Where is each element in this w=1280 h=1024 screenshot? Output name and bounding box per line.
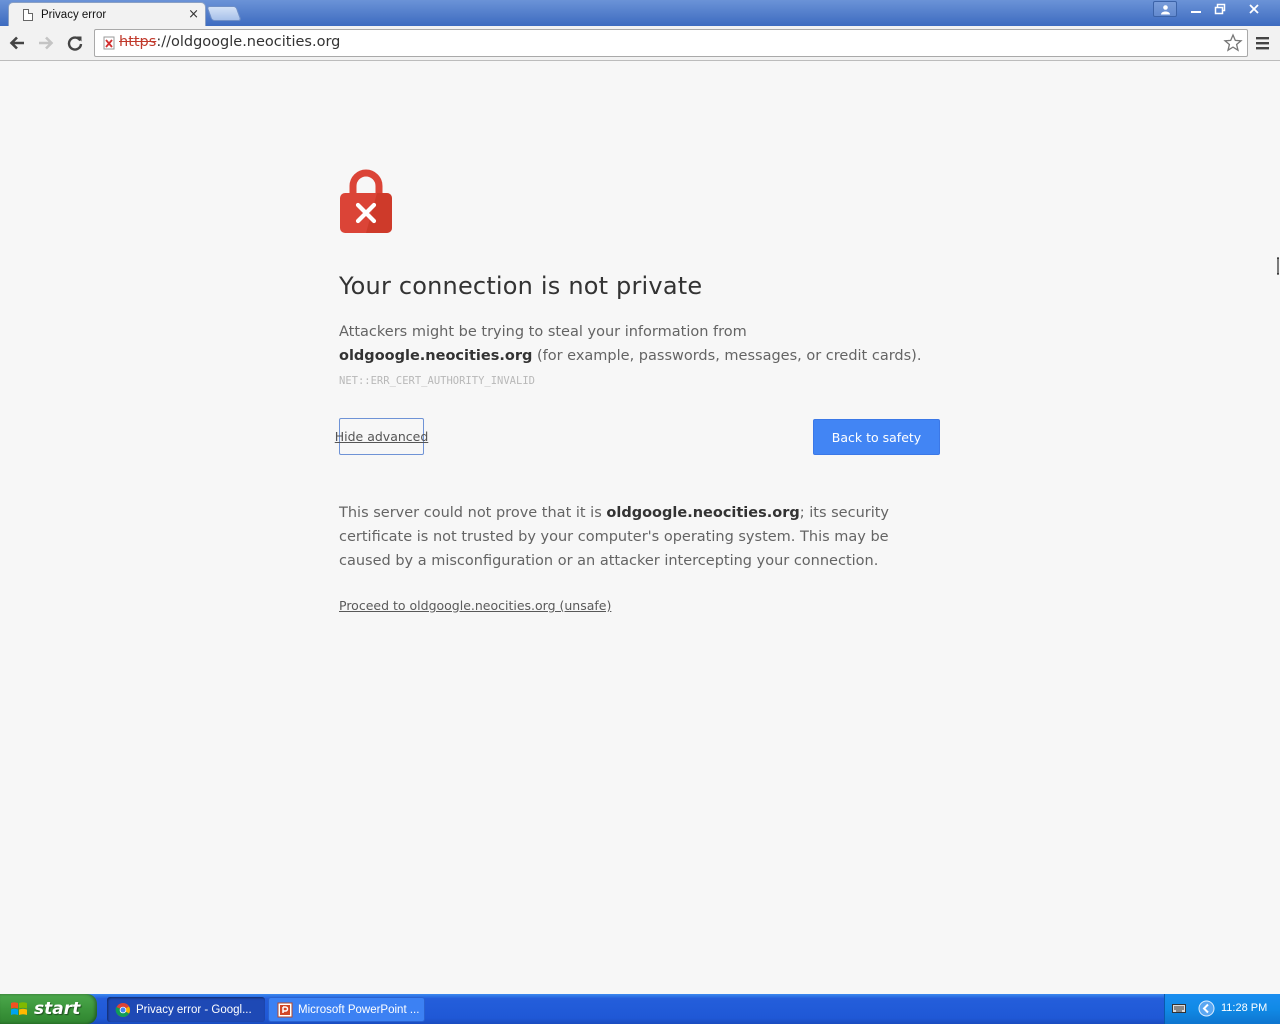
interstitial-page: Your connection is not private Attackers… (0, 62, 1280, 994)
taskbar: start Privacy error - Googl... Microsoft… (0, 994, 1280, 1024)
error-summary: Attackers might be trying to steal your … (339, 320, 929, 393)
summary-suffix: (for example, passwords, messages, or cr… (532, 348, 922, 364)
star-icon[interactable] (1223, 33, 1243, 53)
new-tab-button[interactable] (206, 6, 242, 21)
advanced-details: This server could not prove that it is o… (339, 501, 929, 573)
reload-icon[interactable] (63, 31, 87, 55)
windows-logo-icon (11, 1002, 27, 1015)
system-tray: 11:28 PM (1164, 994, 1280, 1024)
hide-advanced-button[interactable]: Hide advanced (335, 418, 428, 455)
back-to-safety-button[interactable]: Back to safety (813, 419, 940, 455)
browser-tab[interactable]: Privacy error × (8, 2, 206, 26)
url-text[interactable]: https://oldgoogle.neocities.org (119, 34, 340, 50)
taskbar-item-label: Microsoft PowerPoint ... (298, 1003, 420, 1016)
close-icon[interactable] (1236, 1, 1272, 17)
show-hidden-icons-icon[interactable] (1198, 1000, 1215, 1017)
user-icon[interactable] (1153, 1, 1177, 17)
start-label: start (34, 999, 81, 1019)
url-scheme: https (119, 34, 157, 50)
powerpoint-icon (277, 1002, 293, 1017)
clock: 11:28 PM (1221, 1002, 1268, 1014)
back-arrow-icon[interactable] (5, 31, 29, 55)
tab-title: Privacy error (41, 8, 107, 21)
forward-arrow-icon[interactable] (34, 31, 58, 55)
window-titlebar: Privacy error × (0, 0, 1280, 26)
text-cursor-icon (1277, 257, 1279, 275)
lock-error-icon (340, 169, 392, 233)
error-code: NET::ERR_CERT_AUTHORITY_INVALID (339, 375, 535, 387)
restore-icon[interactable] (1208, 1, 1232, 17)
summary-host: oldgoogle.neocities.org (339, 348, 533, 364)
browser-toolbar: https://oldgoogle.neocities.org (0, 26, 1280, 61)
details-host: oldgoogle.neocities.org (606, 505, 800, 521)
url-host: ://oldgoogle.neocities.org (156, 34, 341, 50)
summary-prefix: Attackers might be trying to steal your … (339, 324, 747, 340)
page-icon (23, 8, 33, 21)
taskbar-item-powerpoint[interactable]: Microsoft PowerPoint ... (268, 997, 425, 1022)
taskbar-item-chrome[interactable]: Privacy error - Googl... (107, 997, 265, 1022)
certificate-error-icon[interactable] (102, 36, 116, 50)
chrome-icon (115, 1002, 131, 1017)
proceed-unsafe-link[interactable]: Proceed to oldgoogle.neocities.org (unsa… (339, 598, 611, 613)
menu-icon[interactable] (1254, 33, 1272, 53)
page-title: Your connection is not private (339, 272, 703, 300)
keyboard-icon[interactable] (1172, 1002, 1186, 1014)
details-prefix: This server could not prove that it is (339, 505, 607, 521)
minimize-icon[interactable] (1184, 1, 1208, 17)
address-bar[interactable]: https://oldgoogle.neocities.org (94, 29, 1248, 57)
tab-close-icon[interactable]: × (188, 8, 199, 21)
start-button[interactable]: start (0, 994, 97, 1024)
taskbar-item-label: Privacy error - Googl... (136, 1003, 252, 1016)
